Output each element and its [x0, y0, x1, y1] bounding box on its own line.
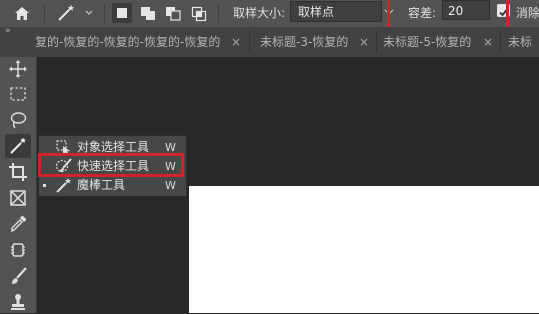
document-tab[interactable]: 未标: [508, 27, 539, 57]
marquee-tool[interactable]: [5, 82, 31, 106]
object-selection-tool-item[interactable]: 对象选择工具 W: [39, 138, 186, 157]
home-button[interactable]: [9, 2, 35, 24]
add-selection-icon: [141, 7, 155, 20]
lasso-icon: [10, 112, 27, 129]
marquee-icon: [10, 87, 26, 101]
add-to-selection-button[interactable]: [138, 3, 158, 23]
options-bar: 取样大小: 取样点 容差: 20 消除: [0, 0, 539, 27]
tab-close-icon[interactable]: ×: [231, 27, 241, 57]
selection-tools-flyout: 对象选择工具 W 快速选择工具 W 魔棒工具 W: [38, 135, 187, 197]
shortcut-key: W: [165, 141, 176, 154]
document-tab[interactable]: 未标题-5-恢复的: [383, 27, 479, 57]
antialias-checkbox[interactable]: [497, 4, 510, 17]
shortcut-key: W: [165, 160, 176, 173]
frame-icon: [10, 190, 26, 206]
intersect-selection-icon: [191, 6, 207, 22]
document-canvas[interactable]: [189, 186, 539, 313]
subtract-selection-icon: [166, 7, 181, 21]
eyedropper-tool[interactable]: [5, 212, 31, 236]
brush-icon: [12, 267, 27, 284]
clone-stamp-icon: [11, 294, 25, 310]
crop-icon: [9, 163, 27, 181]
eyedropper-icon: [11, 215, 27, 233]
active-tool-indicator: [43, 184, 46, 187]
quick-selection-tool-item[interactable]: 快速选择工具 W: [39, 157, 186, 176]
healing-brush-tool[interactable]: [5, 238, 31, 262]
tolerance-input[interactable]: 20: [442, 0, 490, 20]
magic-wand-tool[interactable]: [5, 134, 31, 158]
separator: [218, 4, 219, 23]
dropdown-arrow-icon[interactable]: [384, 5, 394, 19]
healing-brush-icon: [11, 243, 25, 257]
flyout-item-label: 快速选择工具: [77, 159, 150, 173]
clone-stamp-tool[interactable]: [5, 290, 31, 314]
subtract-selection-button[interactable]: [163, 3, 183, 23]
magic-wand-icon: [58, 5, 93, 21]
sample-size-select[interactable]: 取样点: [290, 1, 382, 22]
magic-wand-icon: [55, 177, 73, 194]
flyout-item-label: 魔棒工具: [77, 178, 126, 192]
magic-wand-tool-item[interactable]: 魔棒工具 W: [39, 176, 186, 195]
tab-close-icon[interactable]: ×: [359, 27, 369, 57]
collapse-panel-icon[interactable]: »: [5, 27, 17, 37]
separator: [44, 4, 45, 23]
tab-divider: [500, 31, 501, 53]
tolerance-label: 容差:: [408, 6, 437, 20]
tab-divider: [249, 31, 250, 53]
move-tool[interactable]: [5, 57, 31, 81]
shortcut-key: W: [165, 179, 176, 192]
brush-tool[interactable]: [5, 264, 31, 288]
sample-size-label: 取样大小:: [233, 6, 286, 20]
document-tab[interactable]: 未标题-3-恢复的: [260, 27, 356, 57]
tools-panel: [0, 57, 37, 313]
tab-divider: [376, 31, 377, 53]
frame-tool[interactable]: [5, 186, 31, 210]
move-icon: [9, 60, 27, 78]
object-selection-icon: [55, 139, 73, 156]
flyout-item-label: 对象选择工具: [77, 140, 150, 154]
magic-wand-icon: [10, 137, 26, 154]
lasso-tool[interactable]: [5, 108, 31, 132]
tool-preset-picker[interactable]: [53, 2, 99, 24]
document-tab[interactable]: 复的-恢复的-恢复的-恢复的-恢复的: [35, 27, 230, 57]
home-icon: [15, 7, 29, 20]
antialias-label: 消除: [516, 6, 539, 20]
quick-selection-icon: [55, 158, 73, 175]
tab-close-icon[interactable]: ×: [483, 27, 493, 57]
intersect-selection-button[interactable]: [189, 3, 209, 23]
new-selection-button[interactable]: [112, 3, 132, 23]
new-selection-icon: [117, 8, 127, 18]
separator: [104, 4, 105, 23]
crop-tool[interactable]: [5, 160, 31, 184]
checkmark-icon: [499, 8, 508, 17]
